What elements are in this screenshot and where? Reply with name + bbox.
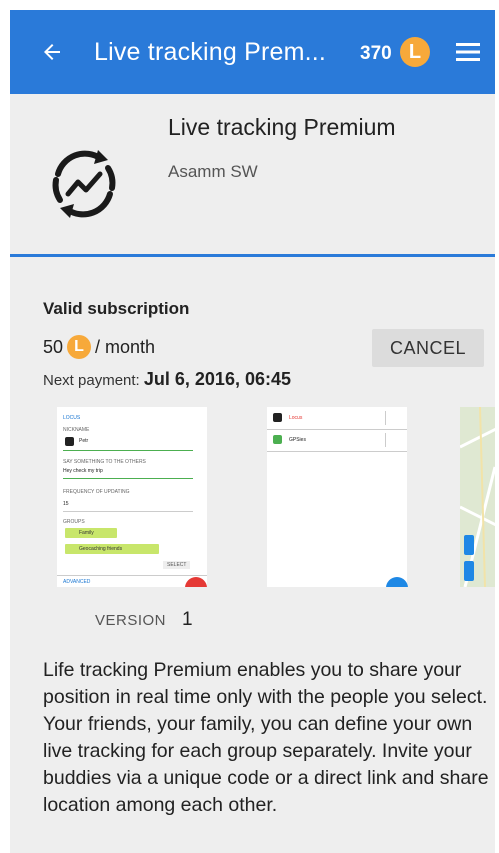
screenshot-group1: Family [79, 530, 94, 536]
arrow-left-icon [44, 44, 60, 60]
locus-icon [273, 413, 282, 422]
screenshot-frequency: 15 [63, 501, 69, 507]
screenshot-frequency-label: FREQUENCY OF UPDATING [63, 489, 130, 495]
app-screen: Live tracking Prem... 370 L Live trackin… [10, 10, 495, 853]
app-description: Life tracking Premium enables you to sha… [43, 659, 489, 816]
record-button-icon [185, 577, 207, 587]
next-payment-label: Next payment: [43, 372, 144, 389]
app-header: Live tracking Premium Asamm SW [10, 94, 495, 254]
coin-icon: L [400, 37, 430, 67]
version-label: VERSION [95, 612, 167, 629]
screenshot-groups-label: GROUPS [63, 519, 85, 525]
screenshot-row2: GPSies [289, 437, 306, 443]
screenshot-group2: Geocaching friends [79, 546, 123, 552]
credits-balance: 370 [360, 43, 392, 64]
screenshots-gallery[interactable]: LOCUS NICKNAME Petr SAY SOMETHING TO THE… [57, 407, 495, 587]
price-period: / month [95, 336, 156, 357]
next-payment-date: Jul 6, 2016, 06:45 [143, 369, 291, 389]
menu-button[interactable] [454, 40, 482, 64]
map-icon [459, 407, 495, 587]
screenshot-message-label: SAY SOMETHING TO THE OTHERS [63, 459, 146, 465]
screenshot-heading: LOCUS [63, 415, 81, 421]
screenshot-row1: Locus [289, 415, 303, 421]
cancel-subscription-button[interactable]: CANCEL [372, 329, 484, 367]
gpsies-icon [273, 435, 282, 444]
subscription-price: 50 L / month [43, 335, 155, 359]
app-bar: Live tracking Prem... 370 L [10, 10, 495, 94]
screenshot-select: SELECT [163, 561, 191, 569]
app-author: Asamm SW [168, 162, 258, 181]
app-name: Live tracking Premium [168, 114, 396, 140]
coin-icon: L [67, 335, 92, 359]
next-payment: Next payment: Jul 6, 2016, 06:45 [43, 369, 291, 390]
subscription-status: Valid subscription [43, 299, 190, 318]
version-value: 1 [182, 609, 193, 630]
live-tracking-sync-icon [52, 150, 116, 218]
screenshot-message: Hey check my trip [63, 468, 103, 474]
subscription-section: Valid subscription 50 L / month Next pay… [10, 257, 495, 853]
add-button-icon [386, 577, 408, 587]
screenshot-nickname: Petr [79, 438, 89, 444]
page-title: Live tracking Prem... [94, 38, 327, 66]
screenshot-nickname-label: NICKNAME [63, 427, 90, 433]
screenshot-groups[interactable]: Locus GPSies [267, 407, 408, 587]
back-button[interactable] [32, 32, 72, 72]
hamburger-menu-icon [456, 43, 480, 61]
avatar-icon [65, 437, 74, 446]
screenshot-map[interactable] [459, 407, 495, 587]
price-amount: 50 [43, 336, 64, 357]
screenshot-advanced: ADVANCED [63, 579, 91, 585]
screenshot-settings[interactable]: LOCUS NICKNAME Petr SAY SOMETHING TO THE… [57, 407, 207, 587]
